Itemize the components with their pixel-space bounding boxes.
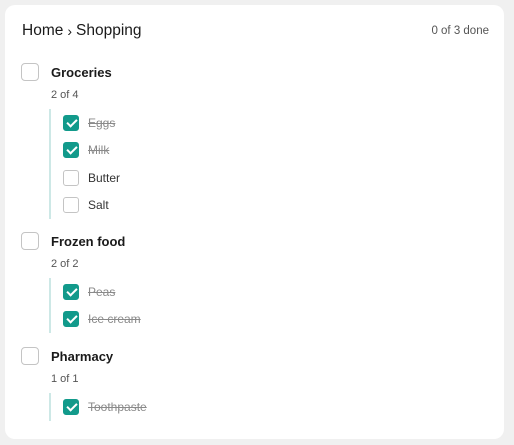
group-pharmacy: Pharmacy 1 of 1 Toothpaste (21, 345, 147, 421)
item-list: Eggs Milk Butter Salt (49, 109, 120, 219)
item-label: Ice cream (88, 312, 141, 327)
list-item[interactable]: Butter (63, 164, 120, 192)
group-title: Frozen food (51, 233, 126, 249)
item-checkbox[interactable] (63, 197, 79, 214)
list-item[interactable]: Toothpaste (63, 393, 147, 421)
group-title: Groceries (51, 64, 112, 80)
item-label: Toothpaste (88, 399, 147, 414)
breadcrumb-home[interactable]: Home (22, 22, 63, 40)
item-list: Peas Ice cream (49, 278, 141, 333)
list-item[interactable]: Peas (63, 278, 141, 306)
list-item[interactable]: Salt (63, 192, 120, 220)
list-item[interactable]: Milk (63, 137, 120, 165)
item-label: Salt (88, 198, 109, 213)
header: Home › Shopping 0 of 3 done (22, 20, 489, 42)
item-label: Butter (88, 170, 121, 185)
item-checkbox[interactable] (63, 114, 79, 131)
item-label: Eggs (88, 115, 116, 130)
item-checkbox[interactable] (63, 169, 79, 186)
item-label: Peas (88, 284, 116, 299)
group-count: 1 of 1 (51, 373, 79, 385)
item-checkbox[interactable] (63, 283, 79, 300)
checklist-card: Home › Shopping 0 of 3 done Groceries 2 … (5, 5, 504, 439)
progress-text: 0 of 3 done (431, 25, 489, 37)
group-checkbox[interactable] (21, 63, 39, 81)
group-title: Pharmacy (51, 348, 114, 364)
item-list: Toothpaste (49, 393, 147, 421)
breadcrumb: Home › Shopping (22, 22, 142, 40)
breadcrumb-current: Shopping (76, 22, 142, 39)
item-label: Milk (88, 143, 110, 158)
group-groceries: Groceries 2 of 4 Eggs Milk Butter Salt (21, 61, 120, 219)
group-count: 2 of 4 (51, 89, 79, 101)
group-frozen-food: Frozen food 2 of 2 Peas Ice cream (21, 230, 141, 333)
list-item[interactable]: Ice cream (63, 306, 141, 334)
item-checkbox[interactable] (63, 398, 79, 415)
group-checkbox[interactable] (21, 347, 39, 365)
item-checkbox[interactable] (63, 142, 79, 159)
group-count: 2 of 2 (51, 258, 79, 270)
item-checkbox[interactable] (63, 311, 79, 328)
breadcrumb-separator: › (67, 23, 73, 39)
group-checkbox[interactable] (21, 232, 39, 250)
list-item[interactable]: Eggs (63, 109, 120, 137)
